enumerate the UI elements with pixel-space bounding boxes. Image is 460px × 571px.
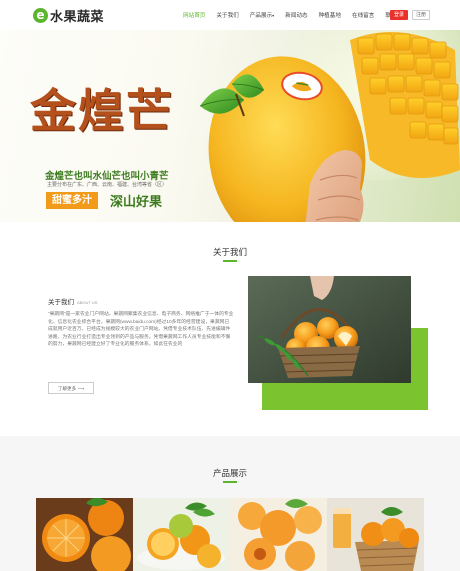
banner-origin: 主要分布在广东、广西、云南、福建、台湾等省（区） bbox=[47, 182, 168, 188]
banner-tag-secondary: 深山好果 bbox=[110, 195, 163, 210]
banner-tag: 甜蜜多汁 bbox=[46, 192, 98, 209]
nav-about[interactable]: 关于我们 bbox=[216, 11, 238, 19]
hero-banner[interactable]: 金煌芒 金煌芒也叫水仙芒也叫小青芒 主要分布在广东、广西、云南、福建、台湾等省（… bbox=[0, 30, 460, 222]
products-title-underline bbox=[223, 481, 237, 483]
chevron-down-icon: ▾ bbox=[272, 13, 275, 18]
nav-message[interactable]: 在线留言 bbox=[352, 11, 374, 19]
product-card[interactable] bbox=[133, 498, 230, 571]
oranges-basket-image bbox=[248, 276, 411, 383]
apricots-image bbox=[230, 498, 327, 571]
about-heading-text: 关于我们 bbox=[48, 299, 74, 306]
products-section-title: 产品展示 bbox=[212, 468, 247, 478]
site-header: e 水果蔬菜 网站首页 关于我们 产品展示▾ 新闻动态 种植基地 在线留言 联系… bbox=[0, 0, 460, 30]
about-image bbox=[248, 276, 411, 383]
nav-products-label: 产品展示 bbox=[249, 13, 273, 19]
about-section-title: 关于我们 bbox=[212, 247, 247, 257]
product-card[interactable] bbox=[327, 498, 424, 571]
register-button[interactable]: 注册 bbox=[412, 10, 430, 20]
nav-news[interactable]: 新闻动态 bbox=[285, 11, 307, 19]
arrow-right-icon: ⟶ bbox=[77, 386, 85, 391]
product-card[interactable] bbox=[230, 498, 327, 571]
orange-basket-juice-image bbox=[327, 498, 424, 571]
nav-base[interactable]: 种植基地 bbox=[319, 11, 341, 19]
product-grid bbox=[36, 498, 424, 571]
login-button[interactable]: 登录 bbox=[390, 10, 408, 20]
logo-text: 水果蔬菜 bbox=[50, 10, 105, 25]
about-title-underline bbox=[223, 260, 237, 262]
mango-hand-image bbox=[199, 56, 366, 222]
banner-title: 金煌芒 bbox=[30, 84, 174, 138]
nav-products[interactable]: 产品展示▾ bbox=[250, 11, 274, 19]
oranges-image bbox=[36, 498, 133, 571]
about-more-button[interactable]: 了解更多 ⟶ bbox=[48, 382, 94, 394]
about-body: “果蔬网”是一家农业门户网站，果蔬网聚集农业信息、电子商务、网络推广于一体的专业… bbox=[48, 312, 234, 348]
banner-subtitle: 金煌芒也叫水仙芒也叫小青芒 bbox=[45, 171, 169, 182]
about-more-label: 了解更多 bbox=[57, 386, 77, 391]
site-logo[interactable]: e 水果蔬菜 bbox=[33, 6, 104, 25]
nav-home[interactable]: 网站首页 bbox=[183, 11, 205, 19]
product-card[interactable] bbox=[36, 498, 133, 571]
about-heading: 关于我们 ABOUT US bbox=[48, 296, 97, 306]
main-nav: 网站首页 关于我们 产品展示▾ 新闻动态 种植基地 在线留言 联系我们 bbox=[183, 11, 419, 19]
citrus-bowl-image bbox=[133, 498, 230, 571]
about-heading-en: ABOUT US bbox=[77, 300, 98, 305]
logo-e-icon: e bbox=[33, 8, 48, 23]
